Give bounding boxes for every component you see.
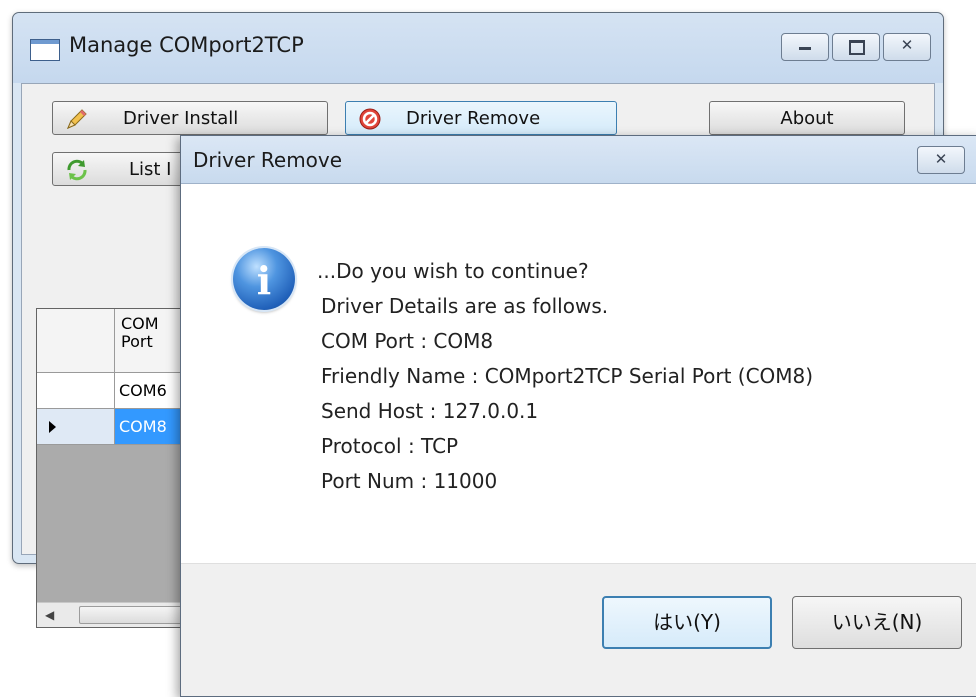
scroll-left-icon[interactable]: ◀ xyxy=(45,608,54,622)
message-line: ...Do you wish to continue? xyxy=(317,259,589,283)
main-titlebar[interactable]: Manage COMport2TCP ✕ xyxy=(13,13,943,83)
maximize-button[interactable] xyxy=(832,33,880,61)
about-button[interactable]: About xyxy=(709,101,905,135)
message-line: Friendly Name : COMport2TCP Serial Port … xyxy=(321,364,814,388)
app-window-icon xyxy=(30,39,60,61)
prohibited-icon xyxy=(359,108,381,130)
minimize-icon xyxy=(799,47,811,50)
row-header-selected[interactable] xyxy=(37,409,115,445)
list-label: List I xyxy=(129,159,172,180)
message-line: Port Num : 11000 xyxy=(321,469,498,493)
refresh-icon xyxy=(67,159,87,181)
dialog-message: ...Do you wish to continue? Driver Detai… xyxy=(317,254,813,499)
information-icon: i xyxy=(233,248,295,310)
current-row-indicator-icon xyxy=(49,421,56,433)
pencil-icon xyxy=(67,109,87,129)
driver-install-label: Driver Install xyxy=(123,108,239,129)
minimize-button[interactable] xyxy=(781,33,829,61)
dialog-title: Driver Remove xyxy=(193,148,343,172)
caption-buttons: ✕ xyxy=(781,33,931,61)
dialog-titlebar[interactable]: Driver Remove ✕ xyxy=(181,136,976,184)
message-line: Protocol : TCP xyxy=(321,434,459,458)
main-window-title: Manage COMport2TCP xyxy=(69,33,304,57)
message-line: COM Port : COM8 xyxy=(321,329,494,353)
yes-button[interactable]: はい(Y) xyxy=(602,596,772,649)
driver-install-button[interactable]: Driver Install xyxy=(52,101,328,135)
close-icon: ✕ xyxy=(934,150,948,168)
dialog-close-button[interactable]: ✕ xyxy=(917,146,965,174)
about-label: About xyxy=(780,108,834,129)
driver-remove-button[interactable]: Driver Remove xyxy=(345,101,617,135)
close-button[interactable]: ✕ xyxy=(883,33,931,61)
maximize-icon xyxy=(849,40,865,55)
no-button[interactable]: いいえ(N) xyxy=(792,596,962,649)
grid-corner-header xyxy=(37,309,115,373)
driver-remove-label: Driver Remove xyxy=(406,108,541,129)
driver-remove-dialog: Driver Remove ✕ i ...Do you wish to cont… xyxy=(180,135,976,697)
row-header[interactable] xyxy=(37,373,115,409)
message-line: Send Host : 127.0.0.1 xyxy=(321,399,539,423)
close-icon: ✕ xyxy=(900,36,914,54)
message-line: Driver Details are as follows. xyxy=(321,294,609,318)
